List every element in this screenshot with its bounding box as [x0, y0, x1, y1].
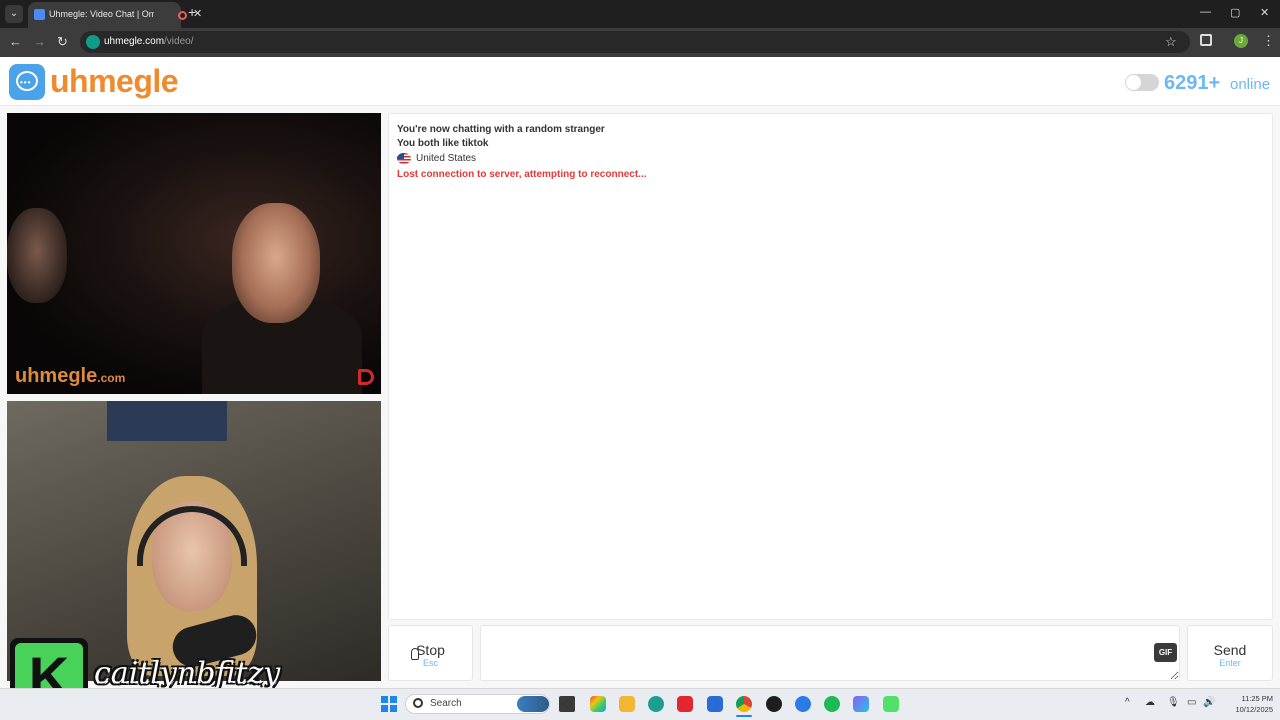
forward-arrow-icon[interactable]: →	[33, 34, 46, 49]
stranger-country: United States	[416, 153, 477, 164]
chat-log: You're now chatting with a random strang…	[388, 113, 1273, 620]
recording-indicator-icon	[178, 11, 187, 20]
chat-status-message: You're now chatting with a random strang…	[397, 124, 605, 135]
onedrive-cloud-icon[interactable]: ☁	[1145, 697, 1155, 708]
kick-app-icon[interactable]	[883, 696, 899, 712]
search-highlight-image	[517, 696, 549, 712]
volume-icon[interactable]: 🔊	[1203, 697, 1215, 708]
video-watermark: uhmegle.com	[15, 365, 126, 387]
spotify-icon[interactable]	[824, 696, 840, 712]
minimize-icon[interactable]: —	[1200, 6, 1211, 18]
windows-taskbar	[0, 688, 1280, 720]
site-camera-icon[interactable]	[86, 35, 100, 49]
file-explorer-icon[interactable]	[619, 696, 635, 712]
task-view-icon[interactable]	[559, 696, 575, 712]
search-icon	[413, 698, 423, 708]
copilot-icon[interactable]	[590, 696, 606, 712]
taskbar-clock[interactable]: 11:25 PM 10/12/2025	[1223, 693, 1273, 715]
message-input[interactable]	[480, 625, 1180, 681]
new-tab-plus-icon[interactable]: +	[188, 4, 196, 20]
maximize-icon[interactable]: ▢	[1230, 6, 1240, 19]
address-bar[interactable]: uhmegle.com/video/	[80, 31, 1190, 53]
dark-mode-toggle[interactable]	[1125, 74, 1159, 91]
back-arrow-icon[interactable]: ←	[9, 34, 22, 49]
common-interest-message: You both like tiktok	[397, 138, 489, 149]
mouse-cursor-icon	[411, 648, 419, 660]
gif-button[interactable]: GIF	[1154, 643, 1177, 662]
extensions-puzzle-icon[interactable]	[1200, 34, 1212, 46]
tray-chevron-icon[interactable]: ^	[1125, 697, 1130, 708]
window-close-icon[interactable]: ✕	[1260, 6, 1269, 19]
site-header: ••• uhmegle	[0, 57, 1280, 106]
microphone-icon[interactable]: 🎙	[1167, 697, 1180, 708]
microsoft-store-icon[interactable]	[707, 696, 723, 712]
taskbar-search-placeholder: Search	[430, 698, 462, 709]
stranger-video: uhmegle.com	[7, 113, 381, 394]
online-count: 6291+	[1164, 72, 1221, 94]
uhmegle-logo-chat-icon[interactable]: •••	[9, 64, 45, 100]
youtube-icon[interactable]	[677, 696, 693, 712]
obs-icon[interactable]	[766, 696, 782, 712]
edge-browser-icon[interactable]	[648, 696, 664, 712]
network-icon[interactable]: ▭	[1187, 697, 1196, 708]
stop-button[interactable]: Stop Esc	[388, 625, 473, 681]
online-label: online	[1230, 76, 1271, 93]
us-flag-icon	[397, 153, 411, 164]
browser-tab[interactable]: Uhmegle: Video Chat | Ome ✕	[28, 2, 202, 28]
connection-error-message: Lost connection to server, attempting to…	[397, 169, 647, 180]
send-button[interactable]: Send Enter	[1187, 625, 1273, 681]
browser-menu-icon[interactable]: ⋮	[1262, 33, 1275, 49]
streaming-app-icon[interactable]	[853, 696, 869, 712]
browser-tab-bar: ⌄ Uhmegle: Video Chat | Ome ✕ + — ▢ ✕	[0, 0, 1280, 28]
windows-start-icon[interactable]	[381, 696, 397, 712]
capcut-icon[interactable]	[795, 696, 811, 712]
report-flag-icon[interactable]	[358, 369, 374, 385]
tab-search-chevron-icon[interactable]: ⌄	[5, 5, 23, 23]
bookmark-star-icon[interactable]: ☆	[1165, 34, 1177, 50]
uhmegle-favicon-icon	[34, 9, 45, 20]
profile-avatar[interactable]: J	[1234, 34, 1248, 48]
url-text: uhmegle.com/video/	[104, 36, 194, 47]
browser-toolbar: ← → ↻ uhmegle.com/video/	[0, 28, 1280, 57]
site-logo-text[interactable]: uhmegle	[50, 63, 179, 100]
reload-icon[interactable]: ↻	[57, 34, 68, 50]
active-app-indicator	[736, 715, 752, 717]
tab-title: Uhmegle: Video Chat | Ome	[49, 9, 154, 19]
chrome-icon[interactable]	[736, 696, 752, 712]
streamer-name-overlay: caitlynbfitzy	[94, 656, 281, 691]
